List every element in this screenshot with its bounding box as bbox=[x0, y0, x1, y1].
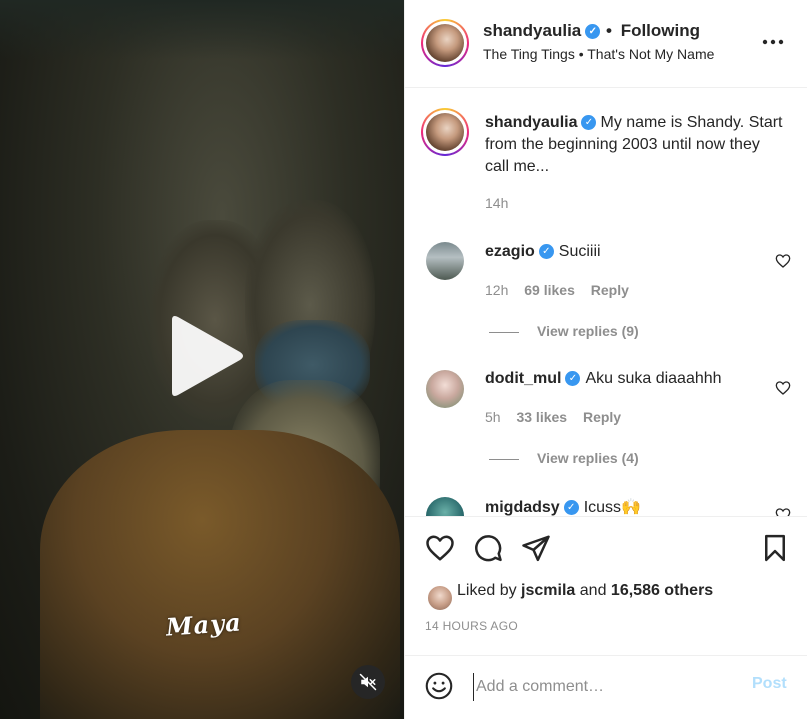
comment-username[interactable]: ezagio bbox=[485, 243, 535, 260]
comment-avatar[interactable] bbox=[426, 497, 464, 516]
avatar[interactable] bbox=[421, 19, 469, 67]
comment-text: Icuss🙌 bbox=[583, 499, 641, 516]
caption-username[interactable]: shandyaulia bbox=[485, 114, 577, 131]
comment-like-heart-icon[interactable] bbox=[775, 380, 791, 396]
comment-avatar[interactable] bbox=[426, 242, 464, 280]
verified-badge-icon: ✓ bbox=[563, 500, 579, 516]
reply-button[interactable]: Reply bbox=[591, 282, 629, 298]
caption: shandyaulia ✓ My name is Shandy. Start fro… bbox=[485, 112, 785, 178]
comment-likes[interactable]: 69 likes bbox=[524, 282, 575, 298]
video-text-overlay: Maya bbox=[165, 607, 243, 642]
separator-dot: • bbox=[606, 21, 612, 40]
following-button[interactable]: Following bbox=[621, 21, 700, 40]
verified-badge-icon: ✓ bbox=[581, 115, 597, 131]
comments-list[interactable]: shandyaulia ✓ My name is Shandy. Start fro… bbox=[405, 88, 807, 516]
post-timestamp[interactable]: 14 HOURS AGO bbox=[425, 619, 518, 633]
view-replies-button[interactable]: View replies (4) bbox=[489, 450, 639, 466]
comment-like-heart-icon[interactable] bbox=[775, 253, 791, 269]
view-replies-label: View replies (9) bbox=[537, 323, 639, 339]
reply-button[interactable]: Reply bbox=[583, 409, 621, 425]
comment-text: Suciiii bbox=[558, 243, 601, 260]
comment-item: ezagio ✓ Suciiii bbox=[485, 243, 601, 261]
comment-time[interactable]: 12h bbox=[485, 282, 508, 298]
replies-dash bbox=[489, 458, 519, 460]
comment-time[interactable]: 5h bbox=[485, 409, 501, 425]
view-replies-button[interactable]: View replies (9) bbox=[489, 323, 639, 339]
verified-badge-icon: ✓ bbox=[538, 244, 554, 260]
more-options-icon[interactable] bbox=[762, 33, 784, 45]
post-video[interactable]: Maya bbox=[0, 0, 404, 719]
liked-by-and: and bbox=[579, 582, 607, 599]
speaker-muted-icon[interactable] bbox=[351, 665, 385, 699]
liked-by-prefix: Liked by bbox=[457, 582, 517, 599]
save-bookmark-icon[interactable] bbox=[760, 533, 790, 563]
liked-by-summary: Liked by jscmila and 16,586 others bbox=[457, 582, 713, 600]
replies-dash bbox=[489, 331, 519, 333]
caption-avatar[interactable] bbox=[421, 108, 469, 156]
comment-item: migdadsy ✓ Icuss🙌 bbox=[485, 497, 641, 516]
header-username[interactable]: shandyaulia bbox=[483, 21, 581, 40]
view-replies-label: View replies (4) bbox=[537, 450, 639, 466]
audio-track-link[interactable]: The Ting Tings • That's Not My Name bbox=[483, 46, 714, 62]
comment-like-heart-icon[interactable] bbox=[775, 507, 791, 516]
verified-badge-icon: ✓ bbox=[565, 371, 581, 387]
post-actions: Liked by jscmila and 16,586 others 14 HO… bbox=[405, 516, 807, 657]
comment-avatar[interactable] bbox=[426, 370, 464, 408]
post-header: shandyaulia ✓ • Following The Ting Tings … bbox=[405, 0, 807, 88]
verified-badge-icon: ✓ bbox=[585, 24, 601, 40]
play-icon[interactable] bbox=[160, 312, 250, 402]
liked-by-avatar[interactable] bbox=[427, 585, 453, 611]
caption-time[interactable]: 14h bbox=[485, 195, 508, 211]
comment-username[interactable]: migdadsy bbox=[485, 499, 560, 516]
comment-likes[interactable]: 33 likes bbox=[516, 409, 567, 425]
emoji-smiley-icon[interactable] bbox=[425, 672, 453, 700]
comment-item: dodit_mul ✓ Aku suka diaaahhh bbox=[485, 370, 722, 388]
share-paper-plane-icon[interactable] bbox=[521, 533, 551, 563]
post-button[interactable]: Post bbox=[752, 675, 787, 693]
liked-by-others-link[interactable]: 16,586 others bbox=[611, 582, 713, 599]
comment-text: Aku suka diaaahhh bbox=[585, 370, 722, 387]
liked-by-user-link[interactable]: jscmila bbox=[521, 582, 575, 599]
comment-bubble-icon[interactable] bbox=[473, 533, 503, 563]
comment-username[interactable]: dodit_mul bbox=[485, 370, 561, 387]
comment-composer: Post bbox=[405, 655, 807, 720]
like-heart-icon[interactable] bbox=[425, 533, 455, 563]
comment-input[interactable] bbox=[473, 673, 728, 701]
post-side-panel: shandyaulia ✓ • Following The Ting Tings … bbox=[404, 0, 807, 719]
